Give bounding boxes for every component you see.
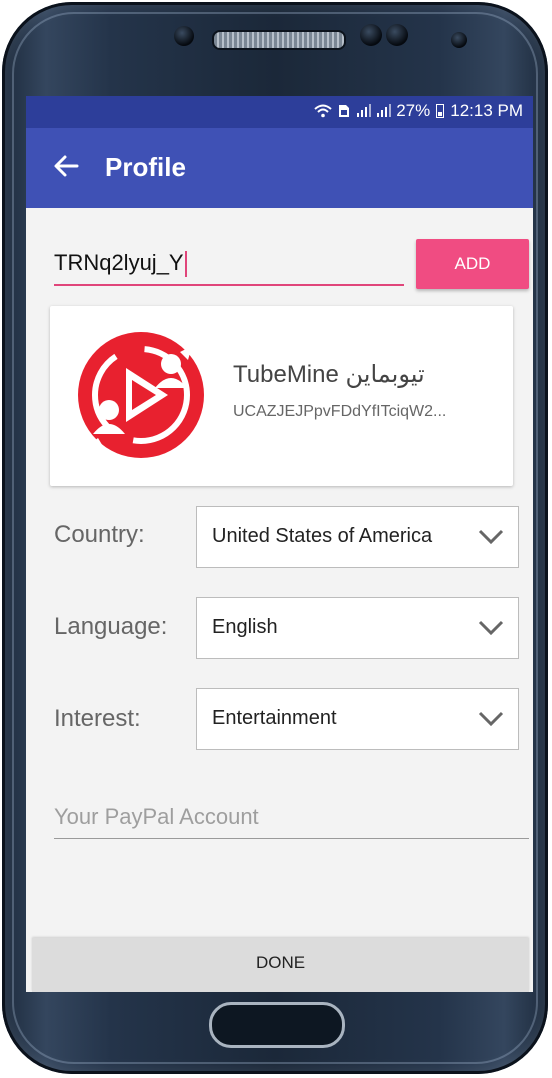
chevron-down-icon	[478, 529, 504, 545]
language-value: English	[212, 616, 278, 638]
country-value: United States of America	[212, 525, 433, 547]
done-button[interactable]: DONE	[32, 938, 529, 992]
tubemine-logo-icon	[78, 332, 204, 458]
paypal-account-input[interactable]: Your PayPal Account	[54, 796, 529, 839]
chevron-down-icon	[478, 620, 504, 636]
language-select[interactable]: English	[196, 597, 519, 659]
clock: 12:13 PM	[450, 101, 523, 120]
signal-icon	[356, 104, 372, 118]
light-sensor	[386, 24, 408, 46]
country-select[interactable]: United States of America	[196, 506, 519, 568]
country-label: Country:	[54, 521, 145, 548]
interest-value: Entertainment	[212, 707, 337, 729]
screen: 27% 12:13 PM Profile TRNq2lyuj_Y ADD Tub…	[26, 96, 533, 992]
wifi-icon	[314, 104, 332, 118]
page-title: Profile	[105, 152, 186, 182]
chevron-down-icon	[478, 711, 504, 727]
app-bar: Profile	[26, 128, 533, 208]
back-arrow-icon[interactable]	[52, 152, 80, 180]
channel-id: UCAZJEJPpvFDdYfITciqW2...	[233, 403, 447, 420]
sim-icon	[339, 105, 350, 117]
signal-icon-2	[376, 104, 392, 118]
battery-percent: 27%	[396, 101, 431, 120]
front-camera	[174, 26, 194, 46]
battery-icon	[436, 104, 445, 118]
channel-id-input-value: TRNq2lyuj_Y	[54, 250, 184, 275]
earpiece-speaker	[212, 30, 346, 50]
sensor-dot	[451, 32, 467, 48]
channel-id-input[interactable]: TRNq2lyuj_Y	[54, 246, 404, 286]
status-bar: 27% 12:13 PM	[26, 96, 533, 128]
interest-select[interactable]: Entertainment	[196, 688, 519, 750]
phone-frame: 27% 12:13 PM Profile TRNq2lyuj_Y ADD Tub…	[2, 2, 548, 1074]
channel-card[interactable]: TubeMine تیوبماین UCAZJEJPpvFDdYfITciqW2…	[50, 306, 513, 486]
channel-name: TubeMine تیوبماین	[233, 361, 425, 388]
interest-label: Interest:	[54, 705, 141, 732]
language-label: Language:	[54, 613, 168, 640]
home-button[interactable]	[209, 1002, 345, 1048]
proximity-sensor	[360, 24, 382, 46]
text-cursor	[184, 251, 187, 278]
add-button[interactable]: ADD	[416, 239, 529, 289]
